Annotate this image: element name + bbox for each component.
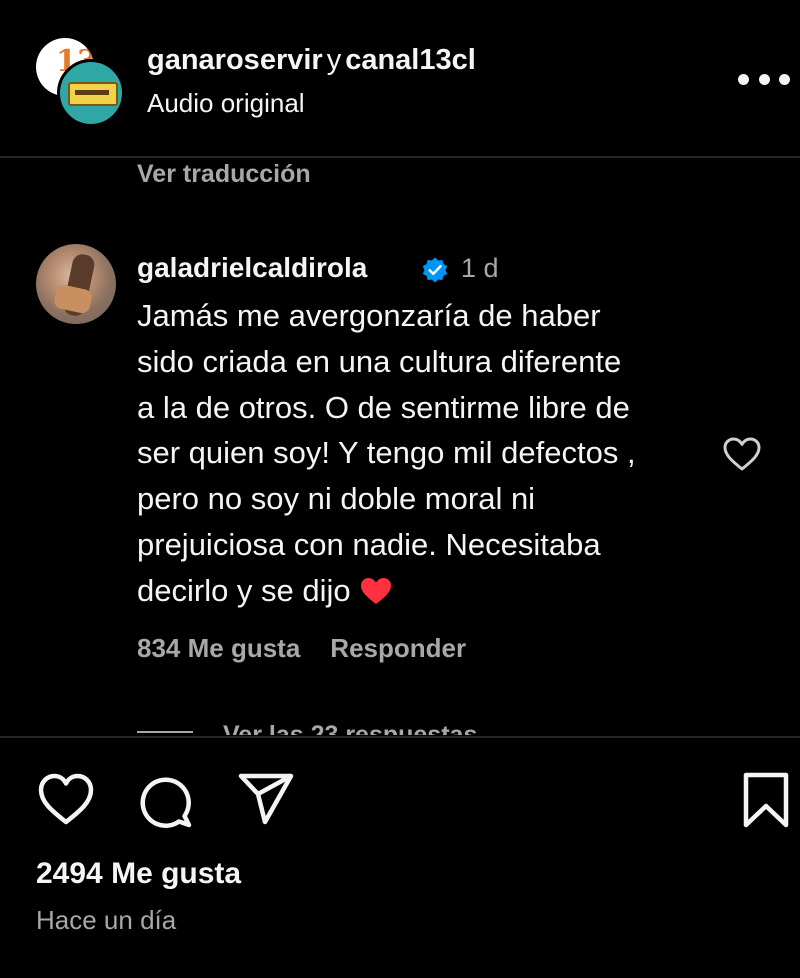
comment-line: decirlo y se dijo <box>137 572 351 608</box>
header-divider <box>0 156 800 158</box>
post-timestamp: Hace un día <box>36 905 177 935</box>
avatar-ganaroservir[interactable] <box>57 59 125 127</box>
collab-avatars[interactable]: 13 <box>36 38 125 127</box>
see-translation-link[interactable]: Ver traducción <box>137 160 311 189</box>
username-canal13cl[interactable]: canal13cl <box>345 44 476 76</box>
avatar-sign-graphic <box>68 82 118 106</box>
commenter-avatar[interactable] <box>36 244 116 324</box>
comment-line: prejuiciosa con nadie. Necesitaba <box>137 526 601 562</box>
header-usernames: ganaroservir y canal13cl <box>147 44 476 77</box>
more-dot <box>779 74 790 85</box>
verified-badge-icon <box>422 257 448 283</box>
username-ganaroservir[interactable]: ganaroservir <box>147 44 323 76</box>
comment-line: a la de otros. O de sentirme libre de <box>137 389 630 425</box>
share-plane-icon[interactable] <box>236 770 296 830</box>
post-likes-count[interactable]: 2494 Me gusta <box>36 857 241 891</box>
view-replies-link[interactable]: Ver las 23 respuestas <box>137 717 477 735</box>
audio-label[interactable]: Audio original <box>147 88 305 119</box>
comment-like-heart-icon[interactable] <box>722 436 762 472</box>
comment-bubble-icon[interactable] <box>136 772 196 832</box>
replies-dash <box>137 731 193 734</box>
view-replies-label: Ver las 23 respuestas <box>223 721 478 735</box>
action-bar-divider <box>0 736 800 738</box>
comment-meta: 834 Me gusta Responder <box>137 633 466 664</box>
comment-text: Jamás me avergonzaría de haber sido cria… <box>137 293 717 614</box>
comment-line: ser quien soy! Y tengo mil defectos , <box>137 435 636 471</box>
avatar-photo-figure <box>61 252 97 318</box>
comment-line-last: decirlo y se dijo <box>137 568 717 614</box>
commenter-username[interactable]: galadrielcaldirola <box>137 252 367 284</box>
comment-likes-count[interactable]: 834 Me gusta <box>137 633 300 663</box>
more-dot <box>758 74 770 85</box>
comment-line: sido criada en una cultura diferente <box>137 343 622 379</box>
like-heart-icon[interactable] <box>36 770 96 830</box>
comment-timestamp: 1 d <box>461 253 499 283</box>
save-bookmark-icon[interactable] <box>736 770 796 830</box>
more-options-icon[interactable] <box>738 74 790 88</box>
red-heart-emoji-icon <box>360 577 391 604</box>
reply-button[interactable]: Responder <box>330 633 466 663</box>
post-header: 13 ganaroservirycanal13cl Audio original <box>0 0 800 156</box>
more-dot <box>738 74 749 85</box>
comment-line: Jamás me avergonzaría de haber <box>137 298 601 333</box>
username-separator: y <box>326 44 342 76</box>
comment-line: pero no soy ni doble moral ni <box>137 481 536 517</box>
